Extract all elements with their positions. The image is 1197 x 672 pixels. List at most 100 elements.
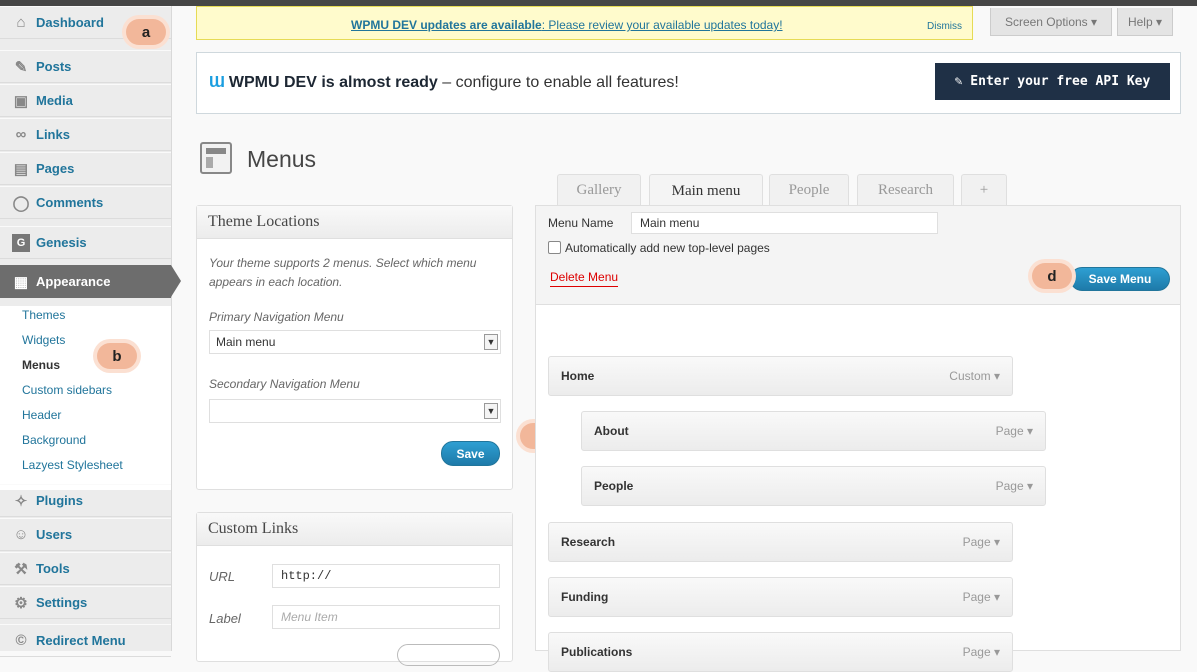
annotation-badge-d: d <box>1032 263 1072 289</box>
tab-main-menu[interactable]: Main menu <box>649 174 763 207</box>
menu-item-type[interactable]: Page ▾ <box>963 535 1000 549</box>
update-notice: WPMU DEV updates are available: Please r… <box>196 6 973 40</box>
menu-item-title: Research <box>561 535 616 549</box>
submenu-item-lazyest-stylesheet[interactable]: Lazyest Stylesheet <box>22 458 123 472</box>
save-menu-button[interactable]: Save Menu <box>1070 267 1170 291</box>
menus-page-icon <box>200 142 232 174</box>
sidebar-item-label: Users <box>36 527 73 542</box>
submenu-item-widgets[interactable]: Widgets <box>22 333 65 347</box>
menu-item-type[interactable]: Page ▾ <box>963 590 1000 604</box>
menu-item-type[interactable]: Page ▾ <box>996 424 1033 438</box>
primary-menu-label: Primary Navigation Menu <box>209 310 344 324</box>
redirect-icon: © <box>15 632 27 649</box>
sidebar-item-label: Dashboard <box>36 15 104 30</box>
tab-gallery[interactable]: Gallery <box>557 174 641 206</box>
sidebar-item-label: Posts <box>36 59 72 74</box>
tools-icon: ⚒ <box>14 560 28 578</box>
menu-item-home[interactable]: Home Custom ▾ <box>548 356 1013 396</box>
delete-menu-link[interactable]: Delete Menu <box>550 270 619 287</box>
auto-add-label: Automatically add new top-level pages <box>565 241 770 255</box>
theme-locations-box: Theme Locations Your theme supports 2 me… <box>196 205 513 490</box>
wpmu-dev-banner: Ɯ WPMU DEV is almost ready – configure to… <box>196 52 1181 114</box>
secondary-menu-select[interactable]: ▼ <box>209 399 501 423</box>
label-input[interactable]: Menu Item <box>272 605 500 629</box>
enter-api-key-button[interactable]: ✎ Enter your free API Key <box>935 63 1170 100</box>
menu-item-type[interactable]: Page ▾ <box>996 479 1033 493</box>
submenu-item-menus[interactable]: Menus <box>22 358 60 372</box>
sidebar-item-posts[interactable]: ✎ Posts <box>0 50 171 83</box>
sidebar-item-tools[interactable]: ⚒ Tools <box>0 552 171 585</box>
tab-research[interactable]: Research <box>857 174 954 206</box>
menu-editor-header: Menu Name Main menu Automatically add ne… <box>536 206 1180 305</box>
sidebar-item-label: Comments <box>36 195 104 210</box>
tab-add-menu[interactable]: + <box>961 174 1007 206</box>
submenu-item-custom-sidebars[interactable]: Custom sidebars <box>22 383 112 397</box>
menu-item-people[interactable]: People Page ▾ <box>581 466 1046 506</box>
url-input[interactable]: http:// <box>272 564 500 588</box>
screen-options-button[interactable]: Screen Options ▾ <box>990 8 1112 36</box>
menu-item-title: About <box>594 424 629 438</box>
sidebar-item-links[interactable]: ∞ Links <box>0 118 171 151</box>
help-button[interactable]: Help ▾ <box>1117 8 1173 36</box>
sidebar-item-pages[interactable]: ▤ Pages <box>0 152 171 185</box>
chevron-down-icon: ▼ <box>484 334 498 350</box>
menu-item-title: Publications <box>561 645 633 659</box>
menu-editor: Menu Name Main menu Automatically add ne… <box>535 205 1181 672</box>
menu-item-research[interactable]: Research Page ▾ <box>548 522 1013 562</box>
sidebar-item-label: Redirect Menu <box>36 633 126 648</box>
chevron-down-icon: ▼ <box>484 403 498 419</box>
genesis-icon: G <box>12 233 30 252</box>
auto-add-checkbox[interactable] <box>548 241 561 254</box>
wpmu-logo-icon: Ɯ <box>209 74 225 91</box>
sidebar-item-comments[interactable]: ◯ Comments <box>0 186 171 219</box>
menu-name-input[interactable]: Main menu <box>631 212 938 234</box>
primary-menu-select[interactable]: Main menu ▼ <box>209 330 501 354</box>
banner-rest: – configure to enable all features! <box>437 74 679 91</box>
menu-item-title: People <box>594 479 634 493</box>
label-label: Label <box>209 611 241 626</box>
update-notice-strong: WPMU DEV updates are available <box>351 18 542 32</box>
banner-bold: WPMU DEV is almost ready <box>228 74 438 91</box>
link-icon: ∞ <box>15 126 27 143</box>
sidebar-item-label: Genesis <box>36 235 87 250</box>
sidebar-item-media[interactable]: ▣ Media <box>0 84 171 117</box>
sidebar-item-settings[interactable]: ⚙ Settings <box>0 586 171 619</box>
custom-links-box: Custom Links URL http:// Label Menu Item <box>196 512 513 666</box>
sidebar-item-users[interactable]: ☺ Users <box>0 518 171 551</box>
sidebar-item-redirect-menu[interactable]: © Redirect Menu <box>0 624 171 657</box>
save-locations-button[interactable]: Save <box>441 441 500 466</box>
submenu-item-header[interactable]: Header <box>22 408 61 422</box>
sidebar-item-label: Media <box>36 93 73 108</box>
settings-icon: ⚙ <box>14 594 28 612</box>
users-icon: ☺ <box>13 526 29 543</box>
dismiss-link[interactable]: Dismiss <box>927 21 962 32</box>
submenu-item-themes[interactable]: Themes <box>22 308 65 322</box>
menu-item-type[interactable]: Custom ▾ <box>949 369 1000 383</box>
sidebar-item-plugins[interactable]: ✧ Plugins <box>0 484 171 517</box>
annotation-badge-a: a <box>126 19 166 45</box>
menu-item-type[interactable]: Page ▾ <box>963 645 1000 659</box>
theme-locations-title[interactable]: Theme Locations <box>197 206 512 239</box>
sidebar-item-label: Pages <box>36 161 75 176</box>
url-label: URL <box>209 569 236 584</box>
theme-locations-description: Your theme supports 2 menus. Select whic… <box>209 256 477 289</box>
page-title: Menus <box>247 146 317 172</box>
menu-item-title: Home <box>561 369 595 383</box>
menu-item-funding[interactable]: Funding Page ▾ <box>548 577 1013 617</box>
custom-links-title[interactable]: Custom Links <box>197 513 512 546</box>
sidebar-item-genesis[interactable]: G Genesis <box>0 226 171 259</box>
menu-name-label: Menu Name <box>548 216 614 230</box>
appearance-submenu: Themes Widgets Menus Custom sidebars Hea… <box>0 306 171 490</box>
sidebar-item-appearance[interactable]: ▦ Appearance <box>0 265 181 298</box>
menu-item-publications[interactable]: Publications Page ▾ <box>548 632 1013 672</box>
plugin-icon: ✧ <box>14 492 28 510</box>
menu-item-about[interactable]: About Page ▾ <box>581 411 1046 451</box>
tab-people[interactable]: People <box>769 174 849 206</box>
add-to-menu-button[interactable] <box>397 644 500 666</box>
comment-icon: ◯ <box>12 194 30 212</box>
annotation-badge-b: b <box>97 343 137 369</box>
update-notice-text[interactable]: WPMU DEV updates are available: Please r… <box>351 18 783 32</box>
submenu-item-background[interactable]: Background <box>22 433 86 447</box>
pages-icon: ▤ <box>13 160 29 178</box>
appearance-icon: ▦ <box>13 273 29 291</box>
